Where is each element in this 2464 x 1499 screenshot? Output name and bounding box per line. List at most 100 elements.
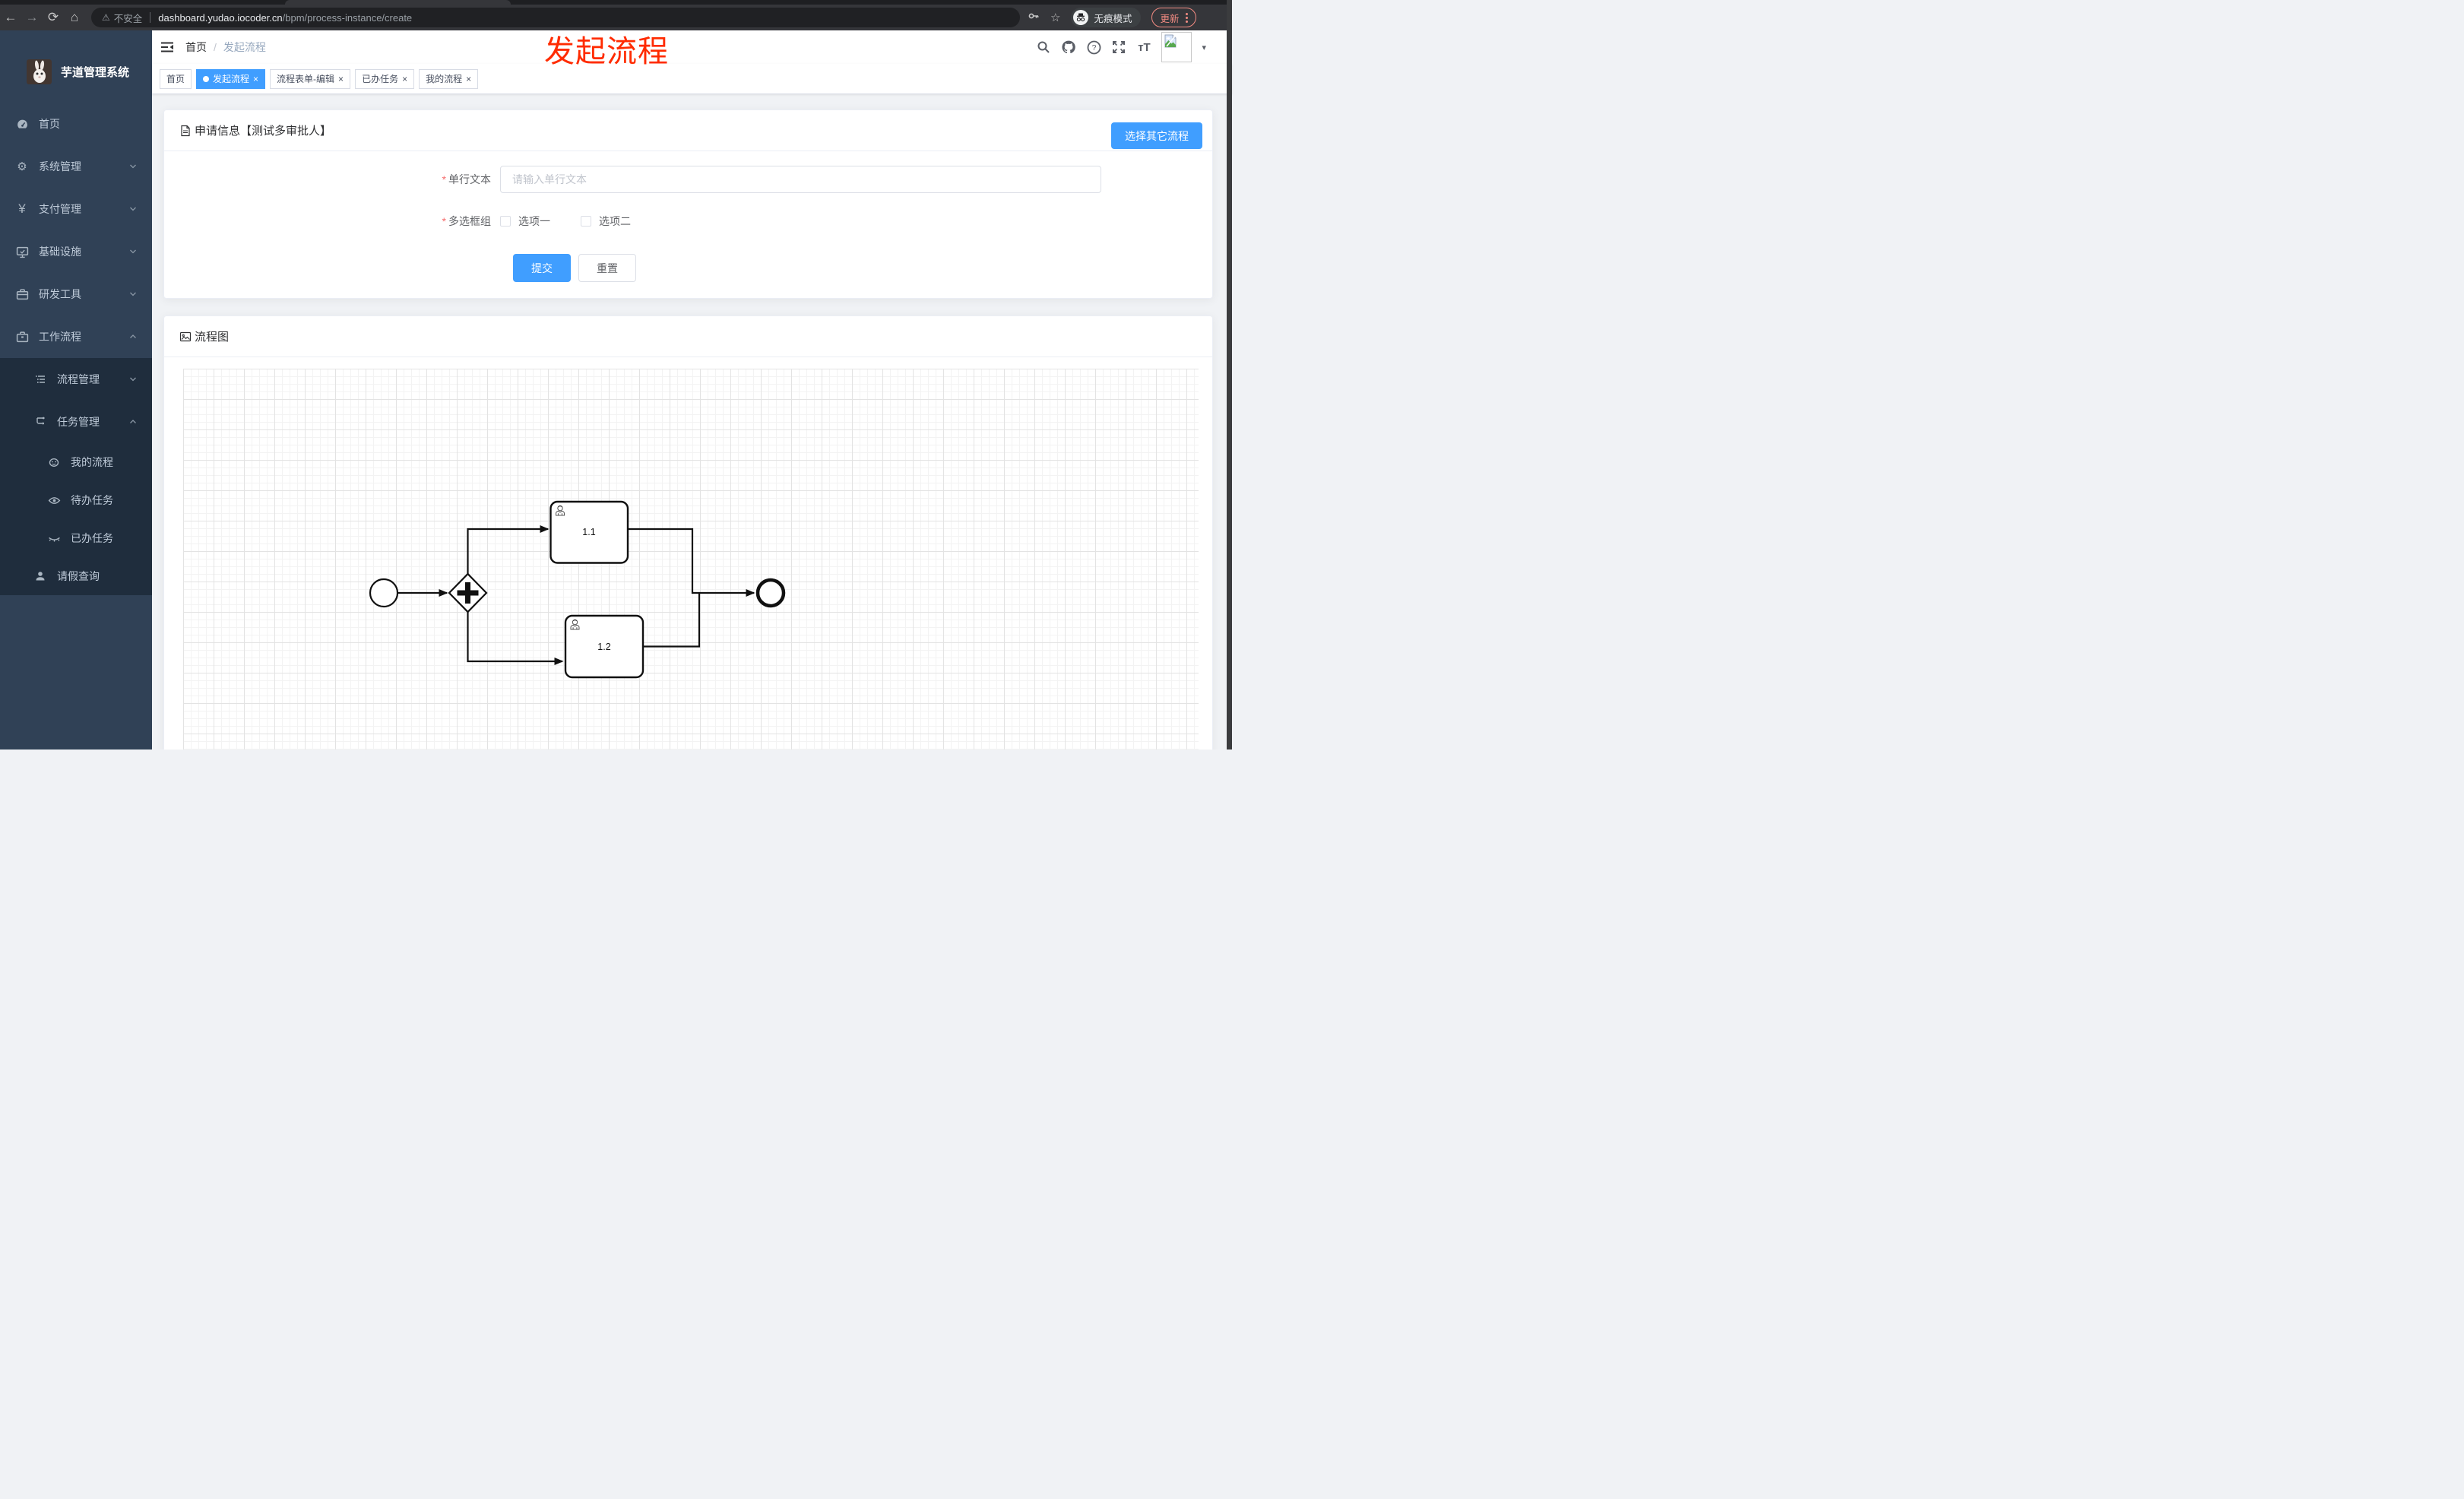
start-event[interactable] bbox=[369, 578, 399, 608]
browser-back-button[interactable]: ← bbox=[0, 10, 21, 25]
update-label[interactable]: 更新 bbox=[1160, 11, 1179, 25]
avatar-broken-image[interactable] bbox=[1161, 32, 1192, 62]
tab-home[interactable]: 首页 bbox=[160, 68, 192, 89]
chevron-down-icon bbox=[129, 205, 137, 213]
tags-view-bar: 首页 发起流程 × 流程表单-编辑 × 已办任务 × 我的流程 × bbox=[152, 64, 1232, 94]
caret-down-icon[interactable]: ▾ bbox=[1202, 43, 1206, 52]
breadcrumb-separator: / bbox=[214, 41, 217, 53]
sidebar-item-home[interactable]: 首页 bbox=[0, 103, 152, 145]
sidebar-item-label: 首页 bbox=[39, 118, 60, 130]
sidebar-item-todo-tasks[interactable]: 待办任务 bbox=[0, 481, 152, 519]
svg-text:?: ? bbox=[1092, 43, 1097, 52]
apply-info-card-header: 申请信息【测试多审批人】 选择其它流程 bbox=[164, 110, 1212, 151]
sidebar-item-dev-tools[interactable]: 研发工具 bbox=[0, 273, 152, 315]
chevron-down-icon bbox=[129, 290, 137, 298]
sidebar-item-my-processes[interactable]: 我的流程 bbox=[0, 443, 152, 481]
browser-reload-button[interactable]: ⟳ bbox=[43, 10, 64, 25]
process-diagram-card-header: 流程图 bbox=[164, 316, 1212, 357]
browser-chrome: ← → ⟳ ⌂ ⚠ 不安全 dashboard.yudao.iocoder.cn… bbox=[0, 0, 1232, 30]
browser-home-button[interactable]: ⌂ bbox=[64, 10, 85, 25]
end-event[interactable] bbox=[755, 578, 786, 608]
security-label[interactable]: 不安全 bbox=[114, 11, 143, 25]
close-icon[interactable]: × bbox=[338, 74, 344, 84]
sidebar-item-system[interactable]: ⚙ 系统管理 bbox=[0, 145, 152, 188]
active-dot bbox=[203, 75, 210, 82]
form-row-text: * 单行文本 bbox=[164, 166, 1212, 193]
sidebar-item-workflow[interactable]: 工作流程 bbox=[0, 315, 152, 358]
sidebar-item-label: 我的流程 bbox=[71, 456, 113, 468]
sidebar-item-done-tasks[interactable]: 已办任务 bbox=[0, 519, 152, 557]
field-label: * 单行文本 bbox=[442, 173, 491, 185]
search-icon[interactable] bbox=[1036, 40, 1051, 55]
process-diagram-title: 流程图 bbox=[195, 331, 230, 344]
browser-menu-icon[interactable] bbox=[1186, 12, 1189, 23]
chevron-up-icon bbox=[129, 333, 137, 341]
sidebar-item-process-management[interactable]: 流程管理 bbox=[0, 358, 152, 401]
sidebar-item-label: 基础设施 bbox=[39, 246, 81, 258]
bookmark-star-icon[interactable]: ☆ bbox=[1050, 11, 1060, 24]
flow-task1-to-end bbox=[628, 528, 755, 597]
apply-info-card: 申请信息【测试多审批人】 选择其它流程 *单行文本 *多选框组 选项一 选项二 bbox=[163, 109, 1213, 299]
yen-icon: ¥ bbox=[18, 201, 26, 216]
chevron-down-icon bbox=[129, 163, 137, 170]
help-icon[interactable]: ? bbox=[1086, 40, 1101, 55]
sidebar-item-label: 系统管理 bbox=[39, 160, 81, 173]
sidebar-collapse-icon[interactable] bbox=[160, 40, 175, 55]
sidebar-item-label: 请假查询 bbox=[57, 570, 100, 582]
eye-icon bbox=[47, 493, 61, 507]
close-icon[interactable]: × bbox=[466, 74, 471, 84]
breadcrumb-current: 发起流程 bbox=[223, 41, 266, 53]
password-key-icon[interactable] bbox=[1028, 10, 1040, 25]
github-icon[interactable] bbox=[1061, 40, 1076, 55]
briefcase-icon bbox=[15, 330, 29, 344]
submit-button[interactable]: 提交 bbox=[513, 254, 571, 282]
choose-other-process-button[interactable]: 选择其它流程 bbox=[1111, 122, 1202, 149]
tab-process-form-edit[interactable]: 流程表单-编辑 × bbox=[270, 68, 351, 89]
browser-forward-button[interactable]: → bbox=[21, 10, 43, 25]
user-task-2[interactable]: 1.2 bbox=[564, 614, 645, 679]
sidebar: 芋道管理系统 首页 ⚙ 系统管理 ¥ 支付管理 基础设施 研发工具 工作流程 流… bbox=[0, 30, 152, 750]
sidebar-item-label: 已办任务 bbox=[71, 532, 113, 544]
sidebar-logo-row[interactable]: 芋道管理系统 bbox=[0, 30, 152, 103]
checkbox-option-2[interactable] bbox=[581, 216, 591, 227]
tab-label: 我的流程 bbox=[426, 74, 463, 84]
browser-update-button[interactable]: 更新 bbox=[1151, 8, 1197, 27]
sidebar-item-infrastructure[interactable]: 基础设施 bbox=[0, 230, 152, 273]
tab-my-processes[interactable]: 我的流程 × bbox=[419, 68, 479, 89]
sidebar-submenu-workflow: 流程管理 任务管理 我的流程 待办任务 已办任务 请假查询 bbox=[0, 358, 152, 595]
chevron-down-icon bbox=[129, 376, 137, 383]
incognito-label: 无痕模式 bbox=[1094, 13, 1132, 24]
list-icon bbox=[33, 372, 47, 386]
eye-off-icon bbox=[47, 531, 61, 545]
tab-label: 首页 bbox=[166, 74, 185, 84]
tab-start-process[interactable]: 发起流程 × bbox=[196, 68, 266, 89]
tab-done-tasks[interactable]: 已办任务 × bbox=[355, 68, 415, 89]
checkbox-option-2-label[interactable]: 选项二 bbox=[599, 214, 631, 229]
toolbox-icon bbox=[15, 287, 29, 301]
form-row-checkbox-group: * 多选框组 选项一 选项二 bbox=[164, 208, 1212, 235]
font-size-icon[interactable]: ᴛT bbox=[1136, 40, 1151, 55]
gateway-plus-icon bbox=[465, 582, 470, 604]
sidebar-item-leave-query[interactable]: 请假查询 bbox=[0, 557, 152, 595]
close-icon[interactable]: × bbox=[253, 74, 258, 84]
bpmn-canvas[interactable]: 1.1 1.2 bbox=[183, 369, 1199, 750]
process-diagram-card: 流程图 1.1 1.2 bbox=[163, 315, 1213, 750]
browser-address-bar[interactable]: ⚠ 不安全 dashboard.yudao.iocoder.cn/bpm/pro… bbox=[91, 8, 1020, 27]
single-line-text-input[interactable] bbox=[500, 166, 1101, 193]
field-label: * 多选框组 bbox=[442, 215, 491, 227]
user-task-1[interactable]: 1.1 bbox=[549, 500, 629, 564]
sidebar-item-payment[interactable]: ¥ 支付管理 bbox=[0, 188, 152, 230]
tab-label: 发起流程 bbox=[213, 74, 250, 84]
checkbox-option-1-label[interactable]: 选项一 bbox=[518, 214, 550, 229]
checkbox-option-1[interactable] bbox=[500, 216, 511, 227]
parallel-gateway[interactable] bbox=[448, 572, 488, 613]
url-domain: dashboard.yudao.iocoder.cn bbox=[158, 11, 283, 24]
breadcrumb-home[interactable]: 首页 bbox=[185, 40, 207, 55]
monitor-icon bbox=[15, 245, 29, 258]
sidebar-item-task-management[interactable]: 任务管理 bbox=[0, 401, 152, 443]
fullscreen-icon[interactable] bbox=[1111, 40, 1126, 55]
reset-button[interactable]: 重置 bbox=[578, 254, 636, 282]
sidebar-item-label: 支付管理 bbox=[39, 203, 81, 215]
apply-info-title: 申请信息【测试多审批人】 bbox=[195, 125, 332, 138]
close-icon[interactable]: × bbox=[402, 74, 407, 84]
